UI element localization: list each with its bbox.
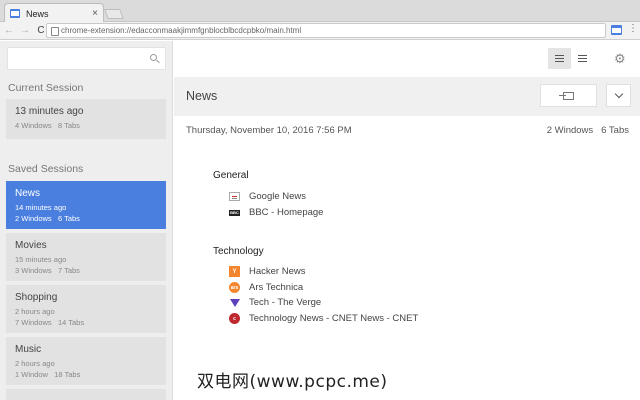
compact-view-button[interactable] <box>548 48 571 69</box>
tab-link[interactable]: Y Hacker News <box>229 266 306 277</box>
browser-tab[interactable]: News × <box>4 3 104 23</box>
current-session-card[interactable]: 13 minutes ago 4 Windows 8 Tabs <box>6 99 166 139</box>
saved-session-movies[interactable]: Movies 15 minutes ago 3 Windows 7 Tabs <box>6 233 166 281</box>
tab-link[interactable]: ars Ars Technica <box>229 282 303 293</box>
session-counts: 4 Windows 8 Tabs <box>15 121 80 130</box>
browser-tabstrip: News × <box>0 0 640 23</box>
session-name: 13 minutes ago <box>15 106 84 117</box>
browser-menu-icon[interactable]: ⋮ <box>628 24 638 34</box>
session-menu-button[interactable] <box>606 84 631 107</box>
session-time: 15 minutes ago <box>15 255 67 264</box>
hacker-news-icon: Y <box>229 266 240 277</box>
open-session-button[interactable] <box>540 84 597 107</box>
close-tab-icon[interactable]: × <box>92 8 98 19</box>
tab-link[interactable]: c Technology News - CNET News - CNET <box>229 313 418 324</box>
session-title: News <box>186 89 218 103</box>
session-counts: 1 Window 18 Tabs <box>15 370 81 379</box>
session-counts: 2 Windows 6 Tabs <box>547 125 629 136</box>
saved-session-partial[interactable] <box>6 389 166 400</box>
saved-session-shopping[interactable]: Shopping 2 hours ago 7 Windows 14 Tabs <box>6 285 166 333</box>
search-box[interactable] <box>7 47 166 70</box>
session-name: News <box>15 188 41 199</box>
tab-link-label: Google News <box>249 191 307 202</box>
open-in-window-icon <box>559 91 574 100</box>
tab-title: News <box>26 8 49 19</box>
session-time: 2 hours ago <box>15 359 55 368</box>
saved-session-music[interactable]: Music 2 hours ago 1 Window 18 Tabs <box>6 337 166 385</box>
session-name: Shopping <box>15 292 58 303</box>
search-input[interactable] <box>8 48 138 69</box>
tab-link-label: Tech - The Verge <box>249 297 322 308</box>
session-counts: 2 Windows 6 Tabs <box>15 214 80 223</box>
session-counts: 7 Windows 14 Tabs <box>15 318 85 327</box>
tab-link-label: Ars Technica <box>249 282 304 293</box>
current-session-heading: Current Session <box>8 82 84 94</box>
list-view-icon <box>555 55 564 62</box>
tab-link-label: Technology News - CNET News - CNET <box>249 313 419 324</box>
saved-sessions-heading: Saved Sessions <box>8 163 84 175</box>
session-name: Music <box>15 344 42 355</box>
tab-link[interactable]: Tech - The Verge <box>229 297 321 308</box>
google-news-icon <box>229 192 240 201</box>
address-bar[interactable]: chrome-extension://edacconmaakjimmfgnblo… <box>46 23 606 38</box>
group-title-technology: Technology <box>213 246 264 257</box>
chevron-down-icon <box>614 89 623 99</box>
verge-icon <box>229 298 240 307</box>
session-name: Movies <box>15 240 47 251</box>
detail-view-icon <box>578 55 587 62</box>
forward-button[interactable]: → <box>18 25 32 36</box>
tab-link[interactable]: BBC BBC - Homepage <box>229 207 323 218</box>
session-time: 2 hours ago <box>15 307 55 316</box>
watermark-text: 双电网(www.pcpc.me) <box>197 372 388 392</box>
tab-link[interactable]: Google News <box>229 191 306 202</box>
session-buddy-extension-icon[interactable] <box>611 25 622 35</box>
back-button[interactable]: ← <box>2 25 16 36</box>
sidebar: Current Session 13 minutes ago 4 Windows… <box>0 41 173 400</box>
session-date: Thursday, November 10, 2016 7:56 PM <box>186 125 352 136</box>
tab-link-label: Hacker News <box>249 266 306 277</box>
group-title-general: General <box>213 170 249 181</box>
new-tab-button[interactable] <box>104 9 124 19</box>
session-time: 14 minutes ago <box>15 203 67 212</box>
session-buddy-favicon-icon <box>10 9 20 18</box>
saved-session-news[interactable]: News 14 minutes ago 2 Windows 6 Tabs <box>6 181 166 229</box>
gear-icon[interactable]: ⚙ <box>614 52 626 65</box>
browser-toolbar: ← → C chrome-extension://edacconmaakjimm… <box>0 22 640 40</box>
session-header: News <box>174 77 640 116</box>
window-count: 2 Windows <box>546 125 594 136</box>
tab-link-label: BBC - Homepage <box>249 207 324 218</box>
search-icon[interactable] <box>150 54 157 61</box>
tab-count: 6 Tabs <box>601 125 629 136</box>
main-panel: ⚙ News Thursday, November 10, 2016 7:56 … <box>174 41 640 400</box>
cnet-icon: c <box>229 313 240 324</box>
session-counts: 3 Windows 7 Tabs <box>15 266 80 275</box>
ars-technica-icon: ars <box>229 282 240 293</box>
expanded-view-button[interactable] <box>571 48 594 69</box>
bbc-icon: BBC <box>229 209 240 216</box>
